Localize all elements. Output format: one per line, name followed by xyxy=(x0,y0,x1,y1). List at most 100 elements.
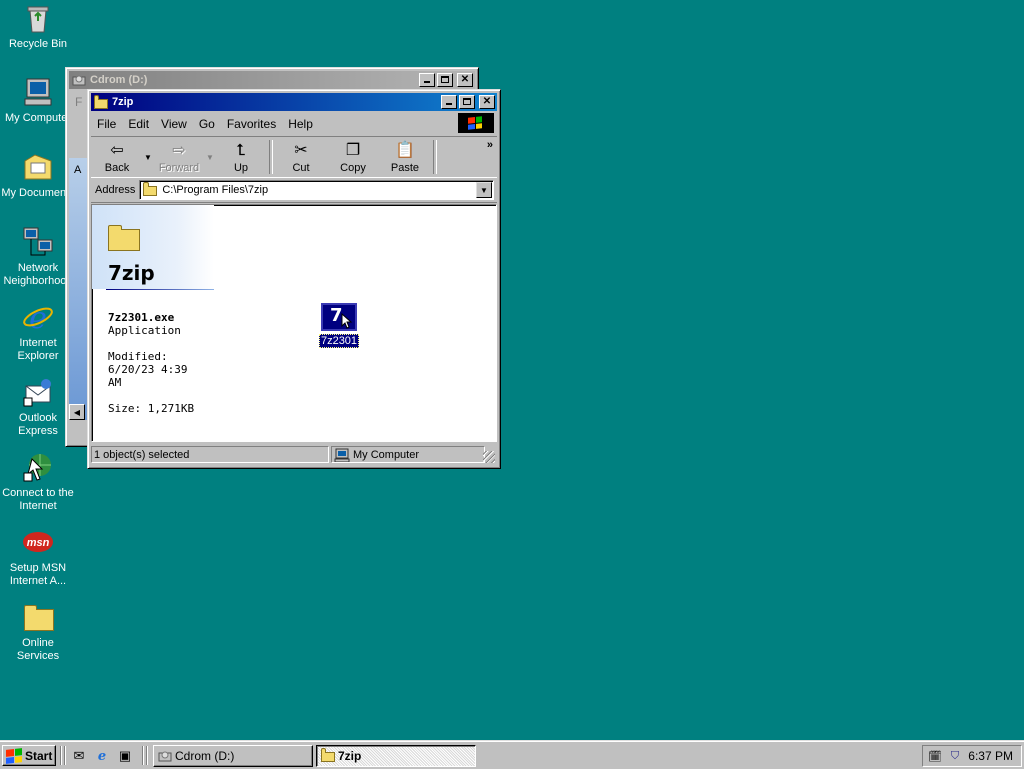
address-label: Address xyxy=(95,184,136,196)
folder-icon xyxy=(142,182,158,197)
folder-icon xyxy=(94,95,108,109)
address-input[interactable]: C:\Program Files\7zip ▼ xyxy=(139,180,494,200)
quicklaunch-ie-icon[interactable]: e xyxy=(93,747,111,765)
minimize-button[interactable] xyxy=(419,73,435,87)
scissors-icon: ✂ xyxy=(294,142,308,159)
taskbar-divider xyxy=(146,746,148,765)
shield-icon[interactable]: ⛉ xyxy=(947,748,963,764)
chevron-down-icon: ▼ xyxy=(206,152,214,162)
back-address-fragment: A xyxy=(74,164,82,176)
chevron-down-icon: ▼ xyxy=(144,152,152,162)
menu-go[interactable]: Go xyxy=(193,117,221,131)
arrow-back-icon: ⇦ xyxy=(110,142,124,159)
paste-label: Paste xyxy=(390,162,420,174)
minimize-button[interactable] xyxy=(441,95,457,109)
copy-button[interactable]: ❐ Copy xyxy=(327,137,379,177)
file-label: 7z2301 xyxy=(318,334,360,348)
system-tray: 🗓 ⛉ 6:37 PM xyxy=(922,745,1022,767)
windows-logo-icon xyxy=(6,747,22,764)
paste-button[interactable]: 📋 Paste xyxy=(379,137,431,177)
title-bar[interactable]: 7zip ✕ xyxy=(91,93,497,111)
quicklaunch-show-desktop-icon[interactable]: ▣ xyxy=(116,747,134,765)
resize-grip[interactable] xyxy=(483,451,495,463)
webview-folder-name: 7zip xyxy=(108,261,155,285)
close-icon: ✕ xyxy=(482,96,492,107)
menu-view[interactable]: View xyxy=(155,117,193,131)
scheduler-icon[interactable]: 🗓 xyxy=(927,748,943,764)
cd-drive-icon xyxy=(158,751,172,762)
start-label: Start xyxy=(25,748,53,763)
close-button[interactable]: ✕ xyxy=(479,95,495,109)
modified-label: Modified: xyxy=(108,350,168,363)
up-button[interactable]: ⮤ Up xyxy=(215,137,267,177)
title-bar[interactable]: Cdrom (D:) ✕ xyxy=(69,71,475,89)
quicklaunch-outlook-icon[interactable]: ✉ xyxy=(70,747,88,765)
minimize-icon xyxy=(424,81,430,83)
forward-button[interactable]: ⇨ Forward xyxy=(153,137,205,177)
maximize-icon xyxy=(441,76,449,83)
modified-time-suffix: AM xyxy=(108,376,122,389)
desktop-icon-online-services[interactable]: Online Services xyxy=(0,601,76,663)
msn-logo-text: msn xyxy=(27,537,50,549)
menu-bar: File Edit View Go Favorites Help xyxy=(91,113,497,134)
arrow-left-icon: ◀ xyxy=(73,407,81,417)
scroll-left-button[interactable]: ◀ xyxy=(69,404,85,420)
folder-icon xyxy=(22,601,54,633)
desktop-icon-label: Connect to the Internet xyxy=(2,487,74,512)
selected-file-name: 7z2301.exe xyxy=(108,311,175,324)
back-webview-strip xyxy=(69,158,89,420)
internet-explorer-icon: e xyxy=(22,301,54,336)
up-label: Up xyxy=(233,162,249,174)
taskbar-divider xyxy=(64,746,66,765)
desktop-icon-label: Setup MSN Internet A... xyxy=(9,562,67,587)
menu-favorites[interactable]: Favorites xyxy=(221,117,282,131)
start-button[interactable]: Start xyxy=(2,745,56,766)
forward-history-dropdown[interactable]: ▼ xyxy=(205,137,215,177)
modified-date: 6/20/23 4:39 xyxy=(108,363,188,376)
forward-label: Forward xyxy=(158,162,200,174)
desktop-icon-label: Online Services xyxy=(16,637,60,662)
taskbar-divider xyxy=(60,746,62,765)
address-bar: Address C:\Program Files\7zip ▼ xyxy=(91,178,497,203)
desktop-icon-recycle-bin[interactable]: Recycle Bin xyxy=(0,2,76,51)
folder-icon xyxy=(321,748,335,762)
close-button[interactable]: ✕ xyxy=(457,73,473,87)
standard-toolbar: ⇦ Back ▼ ⇨ Forward ▼ ⮤ Up ✂ Cut ❐ Copy 📋… xyxy=(91,136,497,178)
folder-icon xyxy=(108,223,140,251)
menu-edit[interactable]: Edit xyxy=(122,117,155,131)
window-title: Cdrom (D:) xyxy=(90,74,148,86)
address-dropdown-button[interactable]: ▼ xyxy=(476,182,492,198)
menu-file[interactable]: File xyxy=(91,117,122,131)
desktop-icon-connect-internet[interactable]: Connect to the Internet xyxy=(0,451,76,513)
cut-button[interactable]: ✂ Cut xyxy=(275,137,327,177)
back-button[interactable]: ⇦ Back xyxy=(91,137,143,177)
maximize-button[interactable] xyxy=(437,73,453,87)
computer-icon xyxy=(22,76,54,108)
folder-content-pane[interactable]: 7zip 7z2301.exe Application Modified: 6/… xyxy=(91,204,497,442)
taskbar-button-7zip[interactable]: 7zip xyxy=(316,745,476,767)
copy-label: Copy xyxy=(340,162,366,174)
desktop-icon-label: Recycle Bin xyxy=(8,38,68,50)
window-7zip[interactable]: 7zip ✕ File Edit View Go Favorites Help … xyxy=(87,89,501,469)
maximize-button[interactable] xyxy=(459,95,475,109)
toolbar-overflow-chevron-icon[interactable]: » xyxy=(487,139,493,151)
connect-wizard-icon xyxy=(22,451,54,483)
file-item-7z2301[interactable]: 7 7z2301 xyxy=(318,303,360,348)
back-label: Back xyxy=(104,162,130,174)
desktop-icon-setup-msn[interactable]: msn Setup MSN Internet A... xyxy=(0,526,76,588)
minimize-icon xyxy=(446,103,452,105)
taskbar-button-cdrom[interactable]: Cdrom (D:) xyxy=(153,745,313,767)
chevron-down-icon: ▼ xyxy=(480,185,488,195)
svg-text:e: e xyxy=(29,301,47,333)
back-history-dropdown[interactable]: ▼ xyxy=(143,137,153,177)
toolbar-separator xyxy=(269,140,273,174)
close-icon: ✕ xyxy=(460,74,470,85)
file-size: Size: 1,271KB xyxy=(108,402,195,415)
cd-drive-icon xyxy=(72,75,86,86)
status-zone: My Computer xyxy=(331,446,485,463)
menu-help[interactable]: Help xyxy=(282,117,319,131)
cut-label: Cut xyxy=(292,162,310,174)
task-label: 7zip xyxy=(338,749,362,763)
clock[interactable]: 6:37 PM xyxy=(968,749,1013,763)
address-value: C:\Program Files\7zip xyxy=(162,184,269,196)
